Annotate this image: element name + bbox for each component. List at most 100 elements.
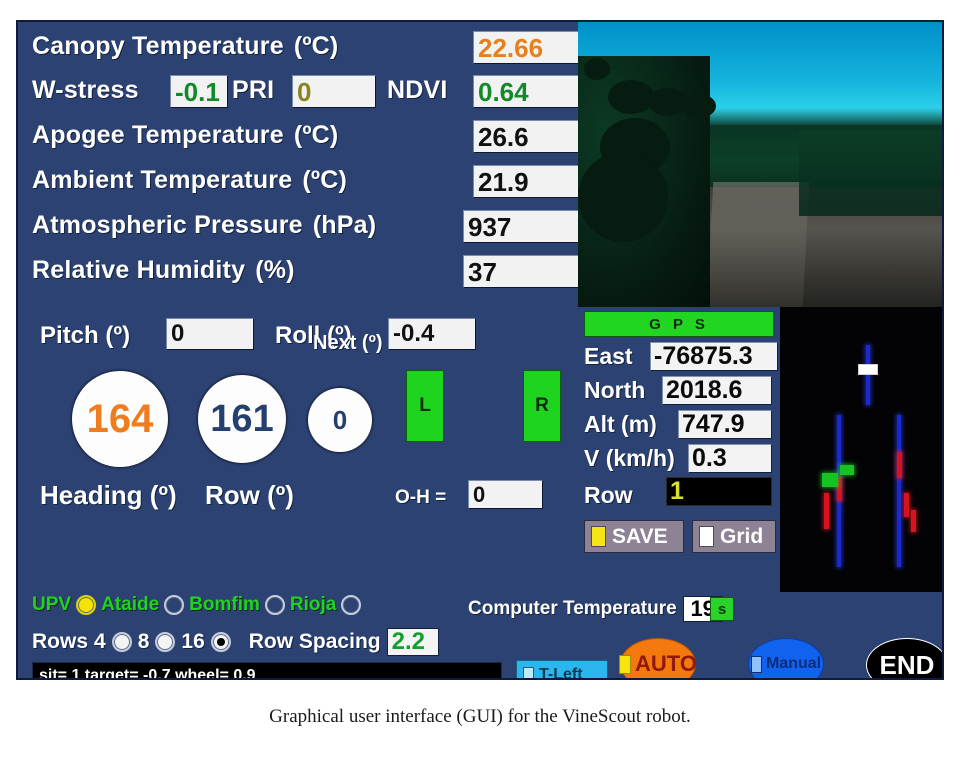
lidar-red-segment [897,452,902,478]
row-angle-caption: Row (º) [205,480,294,510]
next-angle-label: Next (º) [313,332,383,354]
apogee-temperature-unit: (ºC) [293,120,339,149]
atmospheric-pressure-label: Atmospheric Pressure [32,210,303,239]
next-angle-dial: 0 [308,388,372,452]
w-stress-label: W-stress [32,75,139,104]
rows-radio-16[interactable] [210,632,231,652]
gps-row-north: North [584,374,645,406]
end-button[interactable]: END [866,638,942,678]
relative-humidity-value: 37 [463,255,587,288]
gps-title-banner: G P S [584,311,774,337]
camera-leaf-blob [608,80,654,114]
sensor-row-canopy-temperature: Canopy Temperature (ºC) [32,26,338,66]
pri-value[interactable]: 0 [292,75,376,108]
t-left-checkbox-icon[interactable] [523,667,534,678]
heading-dial: 164 [72,371,168,467]
auto-button-label: AUTO [635,651,697,676]
canopy-temperature-value: 22.66 [473,31,587,64]
offset-heading-value[interactable]: 0 [468,480,543,509]
gps-north-value: 2018.6 [662,376,772,405]
rows-radio-4[interactable] [111,632,132,652]
status-message-bar: sit= 1 target= -0.7 wheel= 0.9 [32,662,502,678]
auto-mode-button[interactable]: AUTO [619,638,697,678]
grid-checkbox-icon[interactable] [699,526,714,547]
rows-label: Rows [32,630,89,653]
camera-leaf-blob [584,58,610,80]
site-radio-upv[interactable] [76,595,97,615]
pri-label: PRI [232,75,275,104]
gps-row-row-number: Row [584,479,633,511]
gps-row-value[interactable]: 1 [666,477,772,506]
navigation-panel: Pitch (º) 0 Roll (º) -0.4 164 161 Next (… [18,310,578,592]
pitch-value[interactable]: 0 [166,318,254,350]
screenshot-root: Canopy Temperature (ºC) 22.66 W-stress -… [0,0,960,773]
row-spacing-value[interactable]: 2.2 [386,628,439,656]
lidar-red-segment [904,493,909,517]
rows-option-label-4: 4 [94,630,106,653]
camera-right-vine-row [798,130,942,216]
lidar-green-target [840,465,854,475]
status-badge[interactable]: s [710,597,734,621]
roll-value[interactable]: -0.4 [388,318,476,350]
site-label-upv: UPV [32,594,72,615]
manual-checkbox-icon[interactable] [750,655,762,673]
gps-velocity-label: V (km/h) [584,444,675,471]
relative-humidity-label: Relative Humidity [32,255,246,284]
camera-leaf-blob [578,152,668,242]
auto-checkbox-icon[interactable] [619,654,632,674]
turn-right-button[interactable]: R [523,370,561,442]
bottom-control-bar: UPV Ataide Bomfim Rioja Computer Tempera… [18,592,942,680]
rows-option-label-8: 8 [137,630,150,653]
row-spacing-label: Row Spacing [248,630,381,653]
camera-wheel-track [707,181,810,307]
lidar-blue-segment [897,415,901,567]
camera-leaf-blob [682,94,716,118]
gps-panel: G P S East -76875.3 North 2018.6 Alt (m)… [578,307,778,592]
gps-east-label: East [584,342,633,369]
site-radio-ataide[interactable] [164,595,185,615]
computer-temperature-group: Computer Temperature 19 [468,596,723,622]
row-angle-dial: 161 [198,375,286,463]
gps-row-velocity: V (km/h) [584,442,675,474]
canopy-temperature-label: Canopy Temperature [32,31,284,60]
gps-row-label: Row [584,481,633,508]
t-left-button[interactable]: T-Left [516,660,608,680]
ndvi-label: NDVI [387,75,448,104]
site-radio-bomfim[interactable] [264,595,285,615]
w-stress-value[interactable]: -0.1 [170,75,228,108]
save-button[interactable]: SAVE [584,520,684,553]
atmospheric-pressure-value: 937 [463,210,587,243]
grid-button[interactable]: Grid [692,520,776,553]
indices-row: W-stress [32,70,139,110]
grid-button-label: Grid [720,524,764,548]
t-left-button-label: T-Left [539,666,583,680]
atmospheric-pressure-unit: (hPa) [312,210,377,239]
ndvi-row: NDVI [387,70,448,110]
camera-feed-view [578,22,942,307]
pitch-label: Pitch (º) [40,322,131,349]
gps-north-label: North [584,376,646,403]
site-radio-rioja[interactable] [341,595,362,615]
lidar-map-view[interactable] [780,307,942,592]
pri-row: PRI [232,70,274,110]
ambient-temperature-unit: (ºC) [302,165,347,194]
sensor-row-relative-humidity: Relative Humidity (%) [32,250,295,290]
save-button-label: SAVE [612,524,668,548]
site-label-rioja: Rioja [289,594,337,615]
gps-velocity-value: 0.3 [688,444,772,473]
turn-left-button[interactable]: L [406,370,444,442]
gps-east-value: -76875.3 [650,342,778,371]
sensor-row-atmospheric-pressure: Atmospheric Pressure (hPa) [32,205,376,245]
vinescout-gui-window: Canopy Temperature (ºC) 22.66 W-stress -… [16,20,944,680]
offset-heading-label: O-H = [395,487,447,508]
site-label-ataide: Ataide [101,594,160,615]
save-checkbox-icon[interactable] [591,526,606,547]
manual-mode-button[interactable]: Manual [748,638,824,678]
sensor-readout-panel: Canopy Temperature (ºC) 22.66 W-stress -… [18,22,587,307]
rows-radio-8[interactable] [155,632,176,652]
ambient-temperature-value: 21.9 [473,165,587,198]
site-label-bomfim: Bomfim [189,594,260,615]
gps-row-east: East [584,340,633,372]
rows-option-label-16: 16 [181,630,205,653]
rows-config-group: Rows 4 8 16 Row Spacing 2.2 [32,628,439,656]
